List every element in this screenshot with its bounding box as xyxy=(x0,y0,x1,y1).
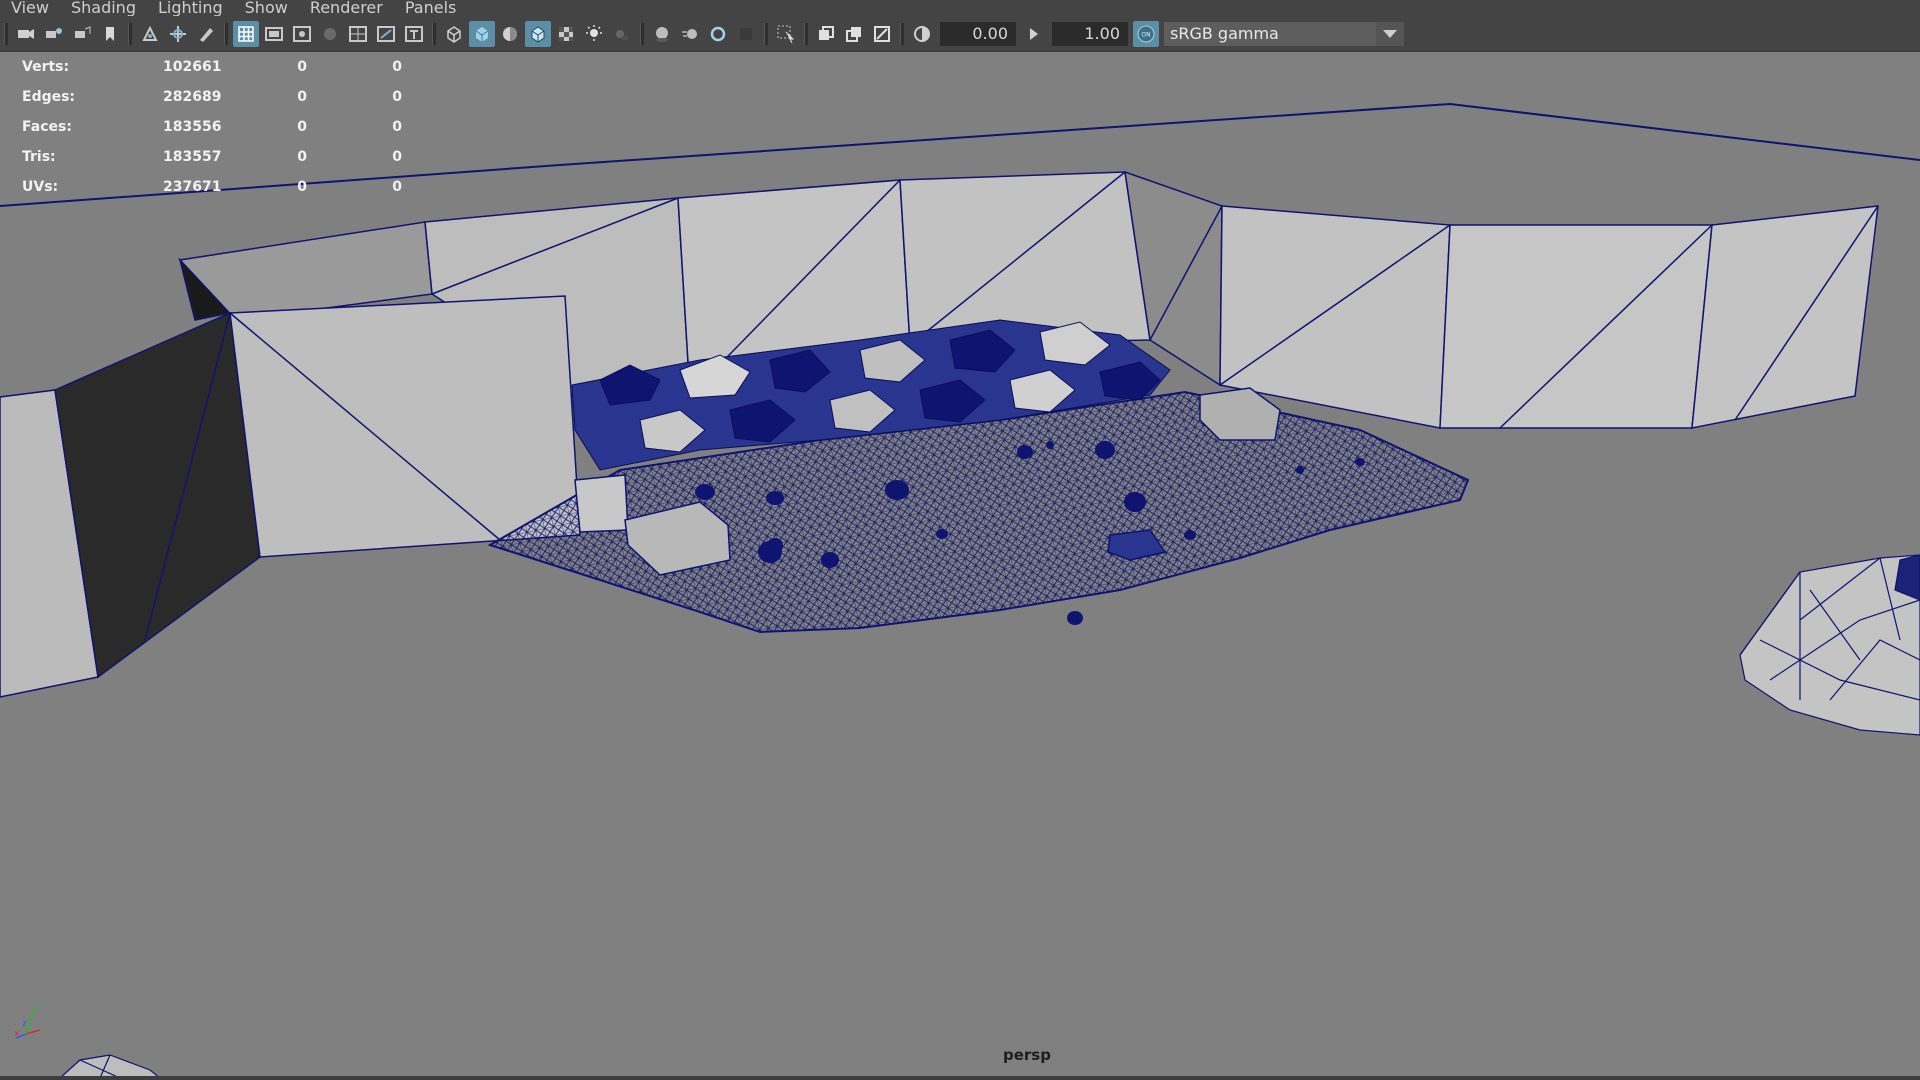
hud-label: UVs: xyxy=(22,179,59,195)
camera-icon[interactable] xyxy=(13,21,39,47)
axis-x-label: x xyxy=(14,1029,20,1039)
safe-action-icon[interactable] xyxy=(373,21,399,47)
color-management-toggle[interactable]: ON xyxy=(1133,20,1159,47)
hud-selected: 0 xyxy=(297,149,307,165)
hud-selected: 0 xyxy=(297,179,307,195)
panel-toolbar: 0.00 1.00 ON sRGB gamma xyxy=(0,16,1920,52)
toolbar-separator xyxy=(432,22,436,45)
camera-name-label: persp xyxy=(1003,1046,1051,1064)
hud-selected: 0 xyxy=(297,89,307,105)
hud-label: Verts: xyxy=(22,59,70,75)
viewport-3d[interactable] xyxy=(0,52,1920,1078)
gate-mask-icon[interactable] xyxy=(317,21,343,47)
hud-selected: 0 xyxy=(297,119,307,135)
hud-extra: 0 xyxy=(392,119,402,135)
menu-lighting[interactable]: Lighting xyxy=(147,0,234,16)
hud-value: 102661 xyxy=(163,59,222,75)
motion-blur-icon[interactable] xyxy=(677,21,703,47)
poly-count-hud: Verts: 102661 0 0 Edges: 282689 0 0 Face… xyxy=(22,52,402,202)
xray-joints-icon[interactable] xyxy=(869,21,895,47)
chevron-down-icon[interactable] xyxy=(1376,21,1404,46)
hud-extra: 0 xyxy=(392,59,402,75)
panel-menubar: View Shading Lighting Show Renderer Pane… xyxy=(0,0,1920,16)
grid-icon[interactable] xyxy=(233,20,259,47)
menu-view[interactable]: View xyxy=(0,0,60,16)
menu-shading[interactable]: Shading xyxy=(60,0,147,16)
two-d-pan-zoom-icon[interactable] xyxy=(165,21,191,47)
view-transform-select[interactable]: sRGB gamma xyxy=(1164,21,1404,46)
menu-show[interactable]: Show xyxy=(234,0,299,16)
anti-aliasing-icon[interactable] xyxy=(705,21,731,47)
menu-panels[interactable]: Panels xyxy=(394,0,468,16)
hud-extra: 0 xyxy=(392,89,402,105)
toolbar-separator xyxy=(640,22,644,45)
smooth-shade-icon[interactable] xyxy=(469,20,495,47)
image-plane-icon[interactable] xyxy=(137,21,163,47)
lights-icon[interactable] xyxy=(581,21,607,47)
gamma-field[interactable]: 1.00 xyxy=(1052,21,1128,46)
menu-renderer[interactable]: Renderer xyxy=(299,0,394,16)
toolbar-separator xyxy=(804,22,808,45)
toolbar-separator xyxy=(900,22,904,45)
isolate-select-icon[interactable] xyxy=(773,21,799,47)
exposure-field[interactable]: 0.00 xyxy=(940,21,1016,46)
hud-label: Edges: xyxy=(22,89,76,105)
wireframe-icon[interactable] xyxy=(441,21,467,47)
hud-label: Faces: xyxy=(22,119,72,135)
hud-value: 237671 xyxy=(163,179,222,195)
hud-row-faces: Faces: 183556 0 0 xyxy=(22,112,402,142)
axis-x-line xyxy=(25,1029,41,1035)
toolbar-separator xyxy=(128,22,132,45)
hud-row-edges: Edges: 282689 0 0 xyxy=(22,82,402,112)
axis-y-line xyxy=(25,1009,35,1035)
view-transform-value: sRGB gamma xyxy=(1170,24,1279,43)
hud-value: 183557 xyxy=(163,149,222,165)
hud-row-uvs: UVs: 237671 0 0 xyxy=(22,172,402,202)
exposure-icon[interactable] xyxy=(909,21,935,47)
gamma-icon[interactable] xyxy=(1021,21,1047,47)
shadows-icon[interactable] xyxy=(609,21,635,47)
hud-row-verts: Verts: 102661 0 0 xyxy=(22,52,402,82)
axis-y-label: y xyxy=(34,1003,40,1013)
hud-extra: 0 xyxy=(392,179,402,195)
viewport-border xyxy=(0,1076,1920,1080)
default-material-icon[interactable] xyxy=(497,21,523,47)
textured-icon[interactable] xyxy=(553,21,579,47)
axis-gizmo: x y z xyxy=(14,1003,41,1039)
hud-label: Tris: xyxy=(22,149,56,165)
bookmark-camera-icon[interactable] xyxy=(69,21,95,47)
field-chart-icon[interactable] xyxy=(345,21,371,47)
axis-z-label: z xyxy=(22,1019,27,1029)
hud-value: 183556 xyxy=(163,119,222,135)
hud-row-tris: Tris: 183557 0 0 xyxy=(22,142,402,172)
color-management-toggle-label: ON xyxy=(1141,31,1150,38)
bookmark-icon[interactable] xyxy=(97,21,123,47)
hud-selected: 0 xyxy=(297,59,307,75)
grease-pencil-icon[interactable] xyxy=(193,21,219,47)
toolbar-separator xyxy=(764,22,768,45)
depth-of-field-icon[interactable] xyxy=(733,21,759,47)
film-gate-icon[interactable] xyxy=(261,21,287,47)
camera-attributes-icon[interactable] xyxy=(41,21,67,47)
toolbar-separator xyxy=(224,22,228,45)
xray-active-components-icon[interactable] xyxy=(841,21,867,47)
hud-value: 282689 xyxy=(163,89,222,105)
resolution-gate-icon[interactable] xyxy=(289,21,315,47)
wireframe-on-shaded-icon[interactable] xyxy=(525,20,551,47)
ambient-occlusion-icon[interactable] xyxy=(649,21,675,47)
hud-extra: 0 xyxy=(392,149,402,165)
safe-title-icon[interactable] xyxy=(401,21,427,47)
xray-icon[interactable] xyxy=(813,21,839,47)
toolbar-separator xyxy=(4,22,8,45)
